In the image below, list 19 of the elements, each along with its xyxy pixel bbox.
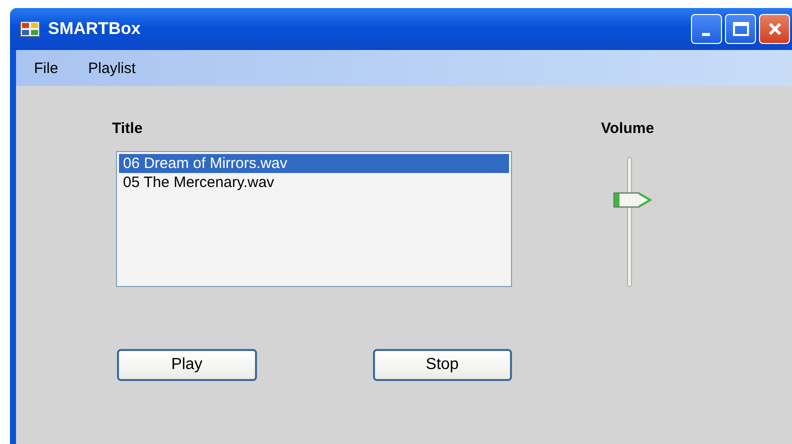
volume-slider[interactable] [613,157,653,287]
window-title: SMARTBox [48,19,141,39]
slider-thumb[interactable] [613,190,653,209]
track-item[interactable]: 05 The Mercenary.wav [119,173,509,192]
title-label: Title [112,120,144,137]
menu-item[interactable]: File [34,60,58,76]
minimize-icon [702,32,710,36]
minimize-button[interactable] [691,14,722,44]
close-icon [766,21,782,37]
maximize-icon [732,22,748,36]
track-item[interactable]: 06 Dream of Mirrors.wav [119,154,509,173]
menu-item[interactable]: Playlist [88,60,136,76]
play-button[interactable]: Play [117,349,256,381]
track-list[interactable]: 06 Dream of Mirrors.wav 05 The Mercenary.wav [116,151,512,287]
close-button[interactable] [759,14,790,44]
volume-label: Volume [601,120,654,137]
app-icon [20,21,40,37]
stop-button[interactable]: Stop [372,349,512,381]
maximize-button[interactable] [725,14,756,44]
